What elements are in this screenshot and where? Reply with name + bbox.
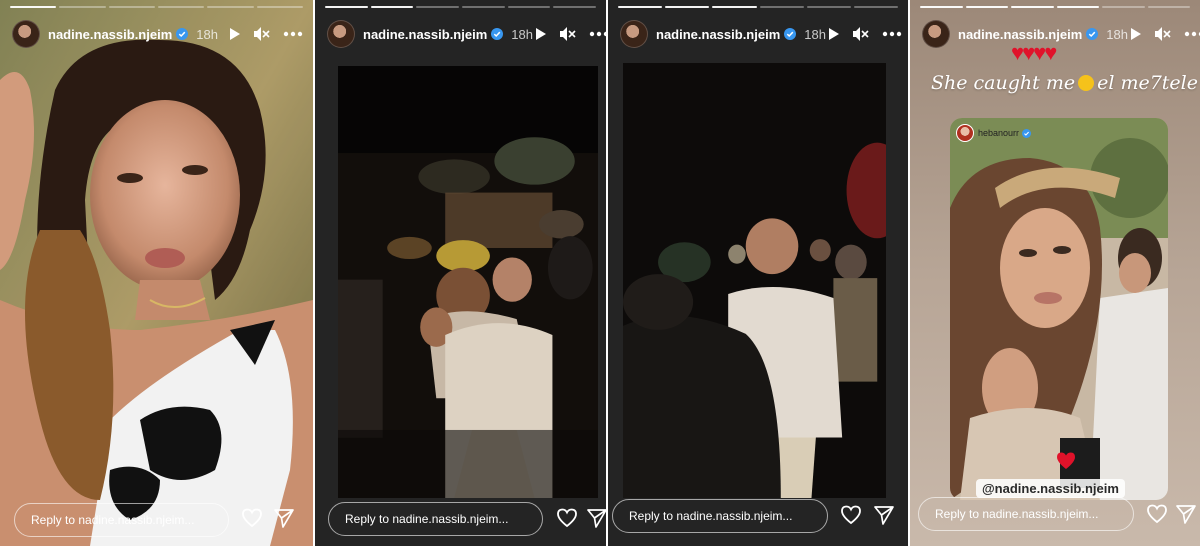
repost-avatar	[956, 124, 974, 142]
play-icon[interactable]	[227, 27, 241, 41]
story-header: nadine.nassib.njeim 18h	[620, 20, 902, 48]
username[interactable]: nadine.nassib.njeim	[363, 27, 487, 42]
reply-input[interactable]: Reply to nadine.nassib.njeim...	[918, 497, 1134, 531]
reposted-story-image	[950, 118, 1168, 500]
send-icon[interactable]	[1176, 504, 1196, 524]
send-icon[interactable]	[274, 508, 294, 528]
more-icon[interactable]	[1184, 31, 1200, 37]
story-panel-4[interactable]: nadine.nassib.njeim 18h ♥♥♥♥ She caught …	[910, 0, 1200, 546]
verified-badge-icon	[176, 28, 189, 40]
timestamp: 18h	[804, 26, 826, 42]
story-progress-bar	[618, 6, 899, 8]
reply-input[interactable]: Reply to nadine.nassib.njeim...	[328, 502, 543, 536]
username[interactable]: nadine.nassib.njeim	[656, 27, 780, 42]
heart-sticker-icon	[1057, 452, 1075, 469]
repost-username: hebanourr	[978, 128, 1020, 138]
avatar[interactable]	[12, 20, 40, 48]
laughing-emoji-icon	[1078, 75, 1095, 91]
caption-after: el me7tele	[1097, 72, 1198, 94]
caption-before: She caught me	[931, 72, 1076, 94]
speaker-muted-icon[interactable]	[559, 26, 577, 42]
more-icon[interactable]	[882, 31, 902, 37]
story-image	[623, 63, 886, 498]
repost-header: hebanourr	[956, 124, 1032, 142]
avatar[interactable]	[922, 20, 950, 48]
heart-icon[interactable]	[840, 505, 862, 525]
verified-badge-icon	[784, 28, 797, 40]
mention-sticker[interactable]: @nadine.nassib.njeim	[976, 479, 1125, 498]
avatar[interactable]	[327, 20, 355, 48]
timestamp: 18h	[1106, 26, 1128, 42]
story-image	[338, 66, 598, 498]
verified-badge-icon	[1022, 128, 1032, 138]
heart-icon[interactable]	[1146, 504, 1168, 524]
story-progress-bar	[920, 6, 1190, 8]
story-progress-bar	[10, 6, 303, 8]
timestamp: 18h	[511, 26, 533, 42]
speaker-muted-icon[interactable]	[253, 26, 271, 42]
story-progress-bar	[325, 6, 597, 8]
verified-badge-icon	[1086, 28, 1099, 40]
story-panel-1[interactable]: nadine.nassib.njeim 18h Reply to nadine.…	[0, 0, 313, 546]
story-image	[0, 0, 313, 546]
caption-text: She caught me el me7tele	[931, 72, 1198, 94]
story-header: nadine.nassib.njeim 18h	[327, 20, 606, 48]
play-icon[interactable]	[826, 27, 840, 41]
more-icon[interactable]	[283, 31, 303, 37]
story-panel-2[interactable]: nadine.nassib.njeim 18h Reply to nadine.…	[315, 0, 606, 546]
heart-icon[interactable]	[556, 508, 578, 528]
verified-badge-icon	[491, 28, 504, 40]
timestamp: 18h	[196, 26, 218, 42]
reply-input[interactable]: Reply to nadine.nassib.njeim...	[612, 499, 828, 533]
reposted-story-card[interactable]: hebanourr	[950, 118, 1168, 500]
play-icon[interactable]	[533, 27, 547, 41]
heart-icon[interactable]	[241, 508, 263, 528]
send-icon[interactable]	[874, 505, 894, 525]
reply-input[interactable]: Reply to nadine.nassib.njeim...	[14, 503, 229, 537]
speaker-muted-icon[interactable]	[1154, 26, 1172, 42]
send-icon[interactable]	[587, 508, 606, 528]
speaker-muted-icon[interactable]	[852, 26, 870, 42]
hearts-sticker: ♥♥♥♥	[1011, 40, 1057, 65]
play-icon[interactable]	[1128, 27, 1142, 41]
story-panel-3[interactable]: nadine.nassib.njeim 18h Reply to nadine.…	[608, 0, 908, 546]
story-header: nadine.nassib.njeim 18h	[922, 20, 1200, 48]
avatar[interactable]	[620, 20, 648, 48]
username[interactable]: nadine.nassib.njeim	[48, 27, 172, 42]
story-header: nadine.nassib.njeim 18h	[12, 20, 303, 48]
more-icon[interactable]	[589, 31, 606, 37]
